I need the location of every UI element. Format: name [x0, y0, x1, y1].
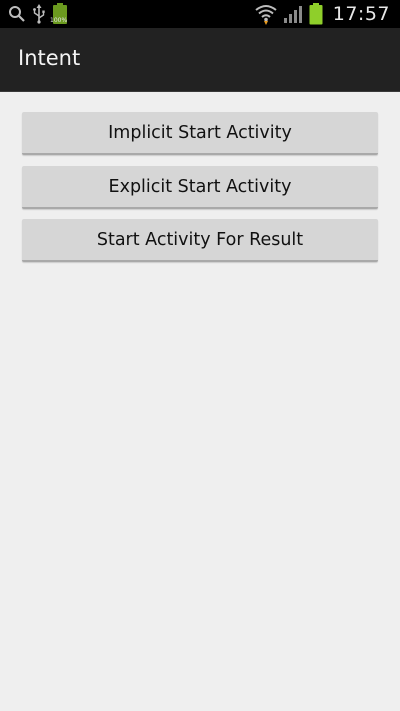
explicit-start-activity-button[interactable]: Explicit Start Activity: [22, 166, 378, 209]
action-bar: Intent: [0, 28, 400, 92]
battery-icon: [309, 3, 323, 25]
implicit-start-activity-button[interactable]: Implicit Start Activity: [22, 112, 378, 155]
clock: 17:57: [332, 3, 390, 25]
start-activity-for-result-button[interactable]: Start Activity For Result: [22, 219, 378, 262]
signal-icon: [283, 4, 303, 24]
status-bar: 100% 17:57: [0, 0, 400, 28]
main-content: Implicit Start Activity Explicit Start A…: [0, 92, 400, 711]
system-icons: 17:57: [255, 2, 390, 26]
search-icon: [8, 5, 26, 23]
battery-full-icon: 100%: [50, 3, 68, 25]
battery-percent-label: 100%: [50, 17, 68, 24]
usb-icon: [32, 4, 46, 24]
app-title: Intent: [18, 46, 81, 70]
wifi-icon: [255, 3, 277, 25]
notification-icons: 100%: [8, 3, 68, 25]
